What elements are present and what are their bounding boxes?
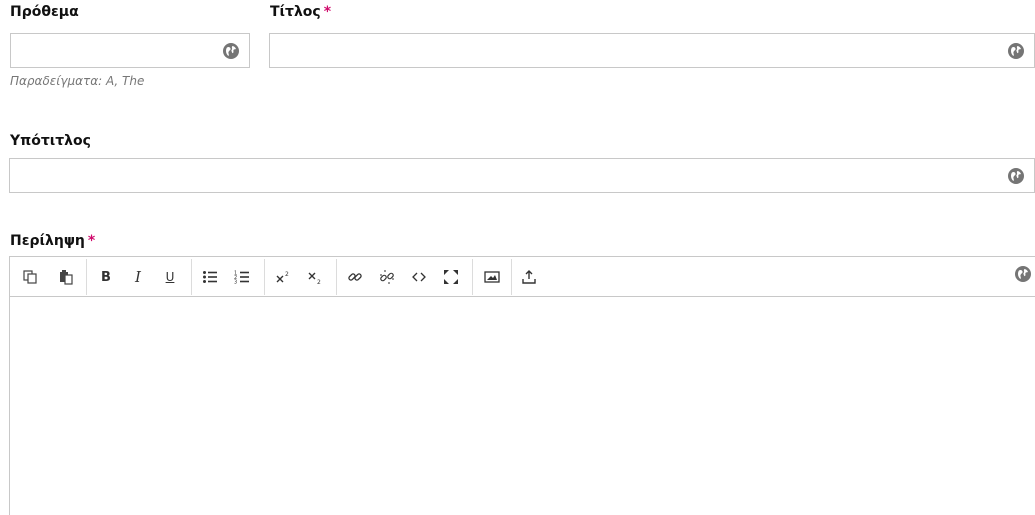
toolbar-separator — [511, 259, 512, 295]
editor-toolbar: B I U 123 2 2 — [10, 257, 1035, 297]
numbered-list-icon[interactable]: 123 — [231, 266, 253, 288]
required-marker: * — [323, 4, 332, 20]
abstract-text-area[interactable] — [10, 297, 1035, 515]
prefix-label-text: Πρόθεμα — [10, 4, 79, 20]
title-label-text: Τίτλος — [270, 4, 321, 20]
prefix-hint: Παραδείγματα: A, The — [10, 74, 145, 88]
subscript-icon[interactable]: 2 — [304, 266, 326, 288]
prefix-input[interactable] — [10, 33, 250, 68]
title-label: Τίτλος * — [270, 4, 331, 20]
toolbar-separator — [264, 259, 265, 295]
submission-form: Πρόθεμα Παραδείγματα: A, The Τίτλος * Υπό… — [0, 0, 1035, 515]
abstract-editor: B I U 123 2 2 — [9, 256, 1035, 515]
title-input[interactable] — [269, 33, 1035, 68]
abstract-label: Περίληψη * — [10, 233, 95, 249]
toolbar-separator — [472, 259, 473, 295]
unlink-icon[interactable] — [376, 266, 398, 288]
fullscreen-icon[interactable] — [440, 266, 462, 288]
svg-text:2: 2 — [317, 279, 321, 285]
superscript-icon[interactable]: 2 — [272, 266, 294, 288]
image-icon[interactable] — [481, 266, 503, 288]
copy-icon[interactable] — [19, 266, 41, 288]
globe-icon[interactable] — [1008, 168, 1024, 184]
toolbar-separator — [86, 259, 87, 295]
bullet-list-icon[interactable] — [199, 266, 221, 288]
globe-icon[interactable] — [1008, 43, 1024, 59]
upload-icon[interactable] — [518, 266, 540, 288]
toolbar-separator — [191, 259, 192, 295]
globe-icon[interactable] — [1015, 266, 1031, 282]
toolbar-separator — [336, 259, 337, 295]
underline-icon[interactable]: U — [159, 266, 181, 288]
svg-text:3: 3 — [234, 280, 237, 286]
paste-icon[interactable] — [55, 266, 77, 288]
globe-icon[interactable] — [223, 43, 239, 59]
abstract-label-text: Περίληψη — [10, 233, 85, 249]
subtitle-label: Υπότιτλος — [10, 133, 91, 149]
italic-icon[interactable]: I — [127, 266, 149, 288]
svg-text:2: 2 — [285, 271, 289, 278]
required-marker: * — [87, 233, 96, 249]
prefix-label: Πρόθεμα — [10, 4, 79, 20]
code-icon[interactable] — [408, 266, 430, 288]
subtitle-input[interactable] — [9, 158, 1035, 193]
link-icon[interactable] — [344, 266, 366, 288]
subtitle-label-text: Υπότιτλος — [10, 133, 91, 149]
bold-icon[interactable]: B — [95, 266, 117, 288]
